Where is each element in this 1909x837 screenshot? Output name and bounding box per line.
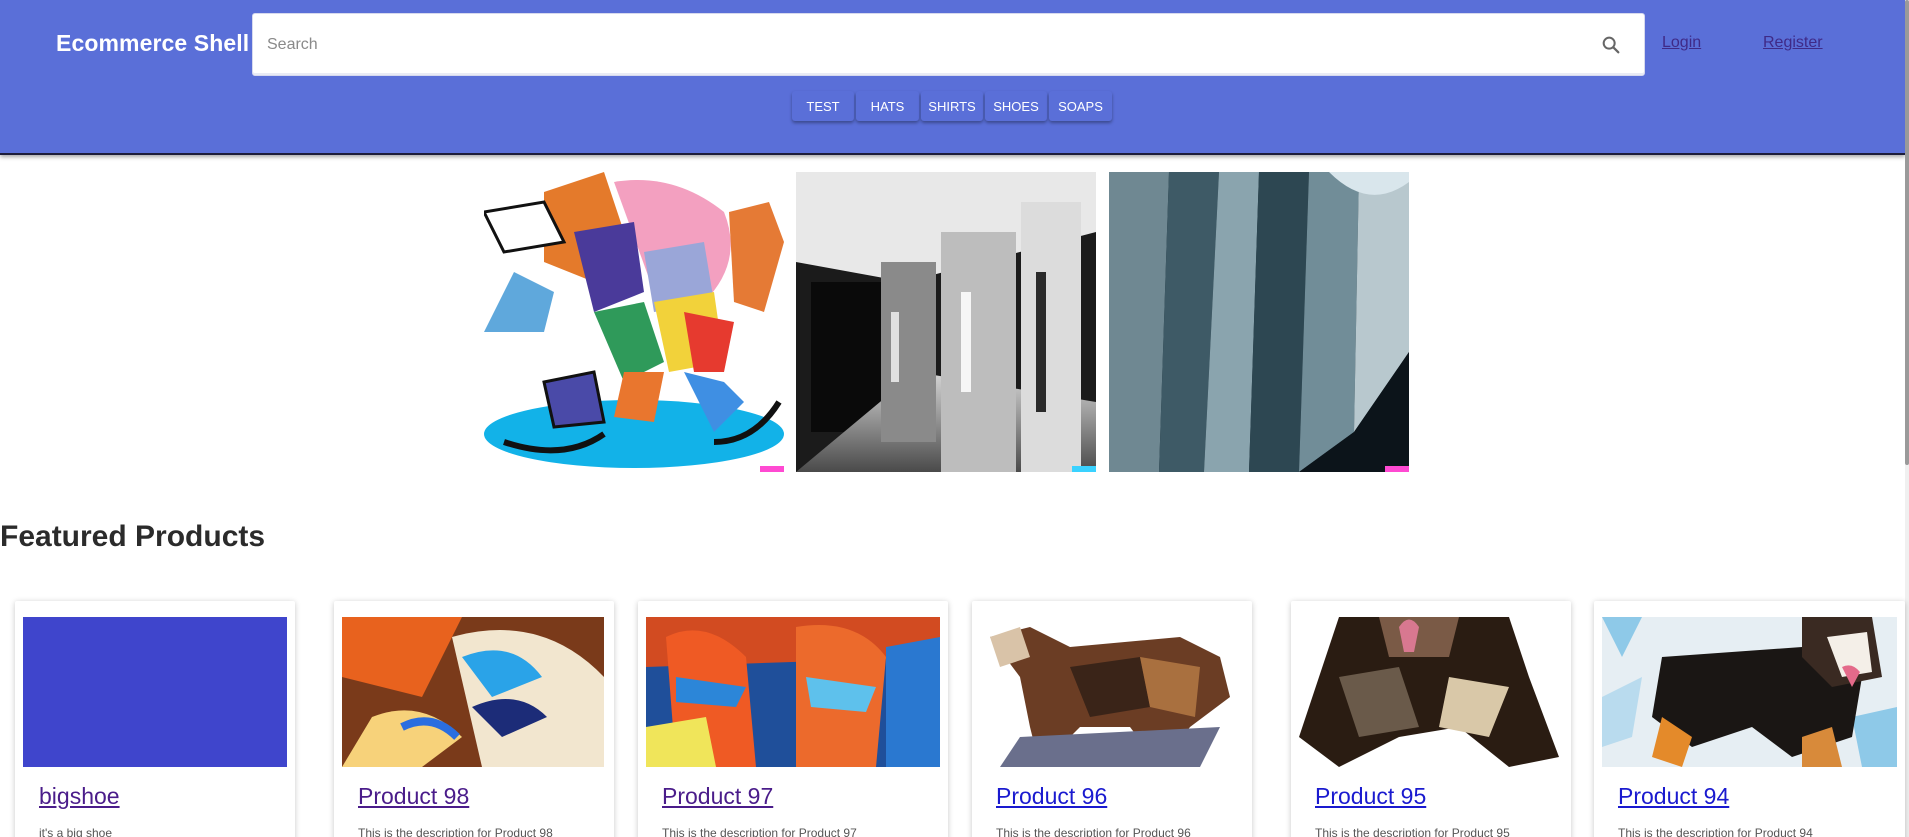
product-title-link[interactable]: Product 94 (1618, 783, 1729, 810)
category-button-test[interactable]: TEST (792, 91, 854, 121)
product-description: This is the description for Product 94 (1618, 826, 1813, 837)
product-image[interactable] (1602, 617, 1897, 767)
category-button-shirts[interactable]: SHIRTS (921, 91, 983, 121)
product-description: This is the description for Product 98 (358, 826, 553, 837)
category-button-soaps[interactable]: SOAPS (1049, 91, 1112, 121)
curtain-folds-image[interactable] (1109, 172, 1409, 472)
search-bar[interactable] (252, 13, 1645, 76)
product-image[interactable] (1299, 617, 1563, 767)
page-scrollbar[interactable] (1905, 0, 1909, 837)
category-button-hats[interactable]: HATS (856, 91, 919, 121)
product-title-link[interactable]: Product 98 (358, 783, 469, 810)
search-icon[interactable] (1600, 34, 1622, 56)
product-image[interactable] (646, 617, 940, 767)
product-image-placeholder[interactable] (23, 617, 287, 767)
product-title-link[interactable]: Product 95 (1315, 783, 1426, 810)
scrollbar-thumb[interactable] (1905, 0, 1909, 465)
site-header: Ecommerce Shell Login Register TEST HATS… (0, 0, 1905, 155)
section-title-featured: Featured Products (0, 520, 266, 553)
brand-logo-text[interactable]: Ecommerce Shell (56, 30, 249, 57)
product-description: This is the description for Product 95 (1315, 826, 1510, 837)
hallway-doors-image[interactable] (796, 172, 1096, 472)
product-image[interactable] (342, 617, 604, 767)
search-input[interactable] (267, 14, 1587, 76)
register-link[interactable]: Register (1763, 34, 1823, 52)
product-title-link[interactable]: Product 96 (996, 783, 1107, 810)
product-description: it's a big shoe (39, 826, 113, 837)
product-description: This is the description for Product 96 (996, 826, 1191, 837)
product-description: This is the description for Product 97 (662, 826, 857, 837)
category-nav: TEST HATS SHIRTS SHOES SOAPS (792, 91, 1112, 121)
product-image[interactable] (980, 617, 1244, 767)
product-title-link[interactable]: bigshoe (39, 783, 120, 810)
login-link[interactable]: Login (1662, 34, 1701, 52)
category-button-shoes[interactable]: SHOES (985, 91, 1047, 121)
product-title-link[interactable]: Product 97 (662, 783, 773, 810)
corgi-ice-skating-image[interactable] (484, 172, 784, 472)
